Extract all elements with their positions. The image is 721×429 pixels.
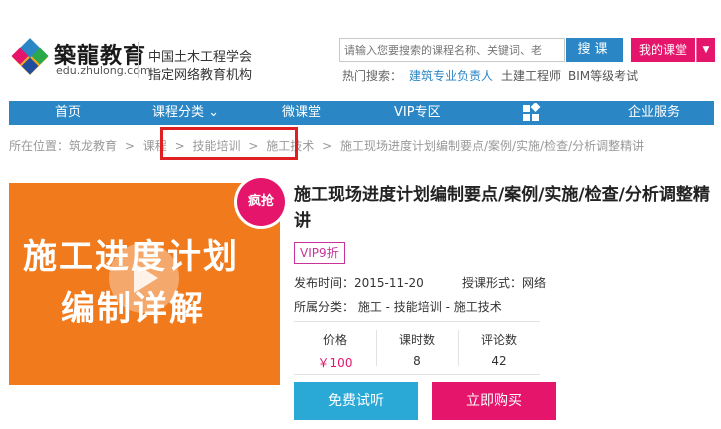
lessons-stat: 课时数 8 <box>376 322 458 374</box>
hot-search-term[interactable]: 土建工程师 <box>501 67 561 84</box>
teaching-format: 授课形式：网络 <box>462 276 547 290</box>
breadcrumb-highlight-box <box>160 127 298 160</box>
play-triangle-icon <box>134 263 158 293</box>
breadcrumb-prefix: 所在位置： <box>9 139 70 153</box>
chevron-down-icon[interactable]: ▼ <box>696 38 715 62</box>
org-line-2: 指定网络教育机构 <box>148 68 253 83</box>
nav-item-course-category[interactable]: 课程分类 ⌄ <box>152 101 219 125</box>
buy-now-button[interactable]: 立即购买 <box>432 382 556 420</box>
search-button[interactable]: 搜课 <box>566 38 623 62</box>
lessons-label: 课时数 <box>398 333 435 347</box>
hot-search-term[interactable]: 建筑专业负责人 <box>409 67 493 84</box>
main-nav: 首页 课程分类 ⌄ 微课堂 VIP专区 企业服务 <box>9 101 714 125</box>
org-line-1: 中国土木工程学会 <box>148 50 253 65</box>
reviews-label: 评论数 <box>480 333 517 347</box>
hot-sale-badge: 疯抢 <box>237 178 285 226</box>
price-label: 价格 <box>322 333 347 347</box>
search-box <box>339 38 568 62</box>
price-value: ￥100 <box>317 356 353 370</box>
nav-item-enterprise[interactable]: 企业服务 <box>628 101 680 125</box>
hot-search-label: 热门搜索： <box>342 69 403 83</box>
search-input[interactable] <box>340 39 568 62</box>
logo-url: edu.zhulong.com <box>56 64 151 77</box>
reviews-stat: 评论数 42 <box>458 322 540 374</box>
vip-discount-tag: VIP9折 <box>294 242 345 264</box>
course-category: 所属分类： 施工 - 技能培训 - 施工技术 <box>294 300 502 314</box>
course-title: 施工现场进度计划编制要点/案例/实施/检查/分析调整精讲 <box>294 185 710 231</box>
course-stats: 价格 ￥100 课时数 8 评论数 42 <box>294 321 540 375</box>
nav-item-micro-class[interactable]: 微课堂 <box>282 101 321 125</box>
lessons-value: 8 <box>413 354 421 368</box>
free-trial-button[interactable]: 免费试听 <box>294 382 418 420</box>
hot-search-term[interactable]: BIM等级考试 <box>568 67 638 84</box>
breadcrumb-item[interactable]: 筑龙教育 <box>69 139 117 153</box>
price-stat: 价格 ￥100 <box>294 322 376 374</box>
breadcrumb-separator: > <box>124 139 135 153</box>
my-course-button[interactable]: 我的课堂 <box>631 38 695 62</box>
breadcrumb-current: 施工现场进度计划编制要点/案例/实施/检查/分析调整精讲 <box>339 139 645 153</box>
breadcrumb: 所在位置：筑龙教育 > 课程 > 技能培训 > 施工技术 > 施工现场进度计划编… <box>9 137 648 154</box>
nav-item-vip[interactable]: VIP专区 <box>394 101 441 125</box>
breadcrumb-separator: > <box>322 139 333 153</box>
logo-divider <box>138 42 139 78</box>
publish-date: 发布时间：2015-11-20 <box>294 276 424 290</box>
reviews-value: 42 <box>491 354 507 368</box>
nav-item-home[interactable]: 首页 <box>55 101 81 125</box>
grid-icon[interactable] <box>521 103 541 123</box>
zhulong-logo-icon <box>11 38 49 75</box>
